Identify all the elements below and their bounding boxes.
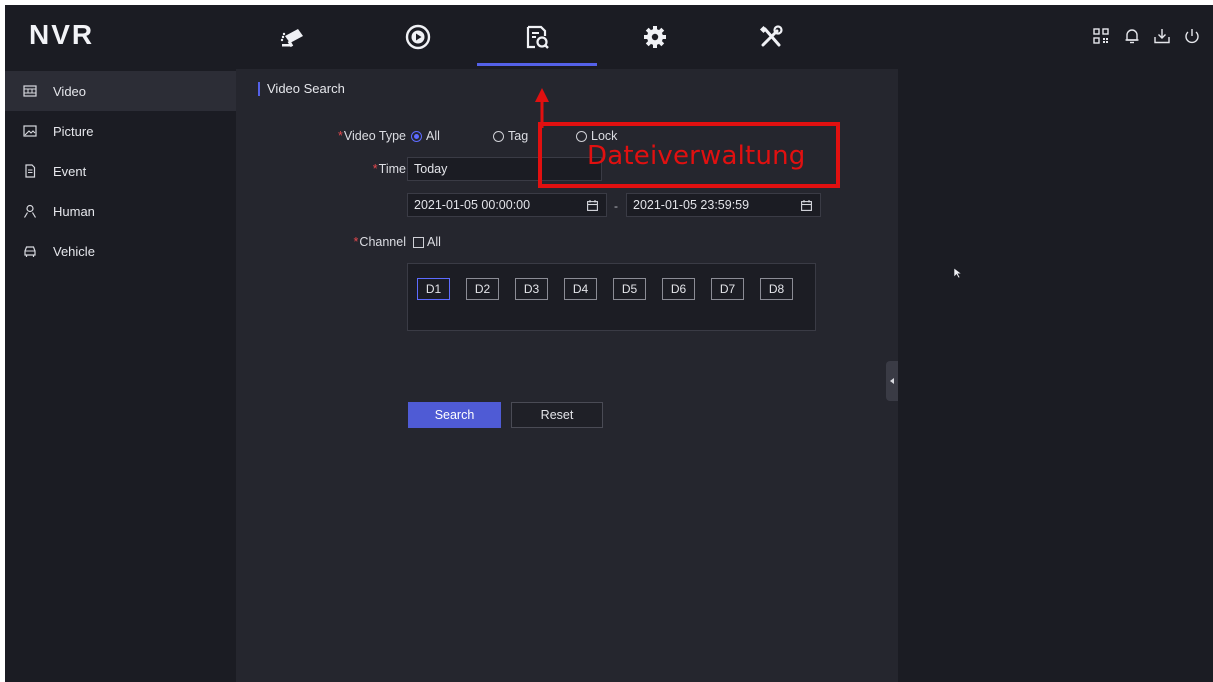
sidebar-item-human[interactable]: Human [5, 191, 236, 231]
nav-maintenance[interactable] [711, 5, 831, 69]
calendar-icon[interactable] [801, 200, 812, 211]
sidebar-item-label: Picture [53, 123, 94, 139]
sidebar-item-video[interactable]: Video [5, 71, 236, 111]
sidebar-item-picture[interactable]: Picture [5, 111, 236, 151]
radio-dot [493, 130, 504, 142]
tools-icon [759, 25, 783, 47]
sidebar-item-label: Vehicle [53, 243, 95, 259]
channel-all-checkbox[interactable]: All [413, 235, 441, 249]
time-label: *Time [372, 162, 406, 176]
top-bar: NVR [5, 5, 1213, 69]
required-mark: * [353, 235, 359, 249]
end-time-field[interactable]: 2021-01-05 23:59:59 [626, 193, 821, 217]
chevron-left-icon [889, 378, 894, 384]
channel-button-d3[interactable]: D3 [515, 278, 548, 300]
nav-configuration[interactable] [595, 5, 715, 69]
preview-panel [898, 69, 1213, 682]
channel-label: *Channel [353, 235, 406, 249]
page-title: Video Search [258, 82, 345, 96]
camera-icon [280, 29, 303, 48]
collapse-panel-handle[interactable] [886, 361, 898, 401]
sidebar-item-label: Event [53, 163, 87, 179]
channel-button-d1[interactable]: D1 [417, 278, 450, 300]
checkbox-box [413, 236, 424, 248]
channel-button-d5[interactable]: D5 [613, 278, 646, 300]
video-type-label: *Video Type [338, 129, 406, 143]
file-search-icon [526, 25, 549, 49]
person-icon [22, 203, 38, 219]
nav-live-view[interactable] [232, 5, 352, 69]
channel-list: D1 D2 D3 D4 D5 D6 D7 D8 [407, 263, 816, 331]
picture-icon [22, 123, 38, 139]
channel-button-d7[interactable]: D7 [711, 278, 744, 300]
channel-button-d2[interactable]: D2 [466, 278, 499, 300]
reset-button[interactable]: Reset [511, 402, 603, 428]
channel-button-d4[interactable]: D4 [564, 278, 597, 300]
calendar-icon[interactable] [587, 200, 598, 211]
annotation-label: Dateiverwaltung [587, 141, 806, 171]
search-button[interactable]: Search [408, 402, 501, 428]
sidebar-item-label: Video [53, 83, 87, 99]
required-mark: * [338, 129, 343, 143]
car-icon [22, 243, 38, 259]
qr-icon[interactable] [1090, 25, 1112, 47]
radio-dot [411, 130, 422, 142]
nav-file-management[interactable] [477, 5, 597, 69]
sidebar: Video Picture Event Human Vehicle [5, 69, 236, 682]
nav-playback[interactable] [358, 5, 478, 69]
mouse-cursor-icon [953, 267, 963, 279]
app-logo: NVR [29, 19, 95, 50]
nvr-window: NVR Video Picture Event Human Vehicle Vi… [5, 5, 1213, 682]
playback-icon [405, 24, 431, 50]
film-icon [22, 83, 38, 99]
document-icon [22, 163, 38, 179]
radio-video-type-all[interactable]: All [411, 129, 440, 143]
gear-icon [644, 26, 666, 48]
bell-icon[interactable] [1121, 25, 1143, 47]
channel-button-d8[interactable]: D8 [760, 278, 793, 300]
sidebar-item-event[interactable]: Event [5, 151, 236, 191]
start-time-field[interactable]: 2021-01-05 00:00:00 [407, 193, 607, 217]
download-icon[interactable] [1151, 25, 1173, 47]
channel-button-d6[interactable]: D6 [662, 278, 695, 300]
sidebar-item-vehicle[interactable]: Vehicle [5, 231, 236, 271]
radio-video-type-tag[interactable]: Tag [493, 129, 528, 143]
date-range-separator: - [614, 199, 618, 213]
power-icon[interactable] [1181, 25, 1203, 47]
sidebar-item-label: Human [53, 203, 95, 219]
required-mark: * [372, 162, 378, 176]
